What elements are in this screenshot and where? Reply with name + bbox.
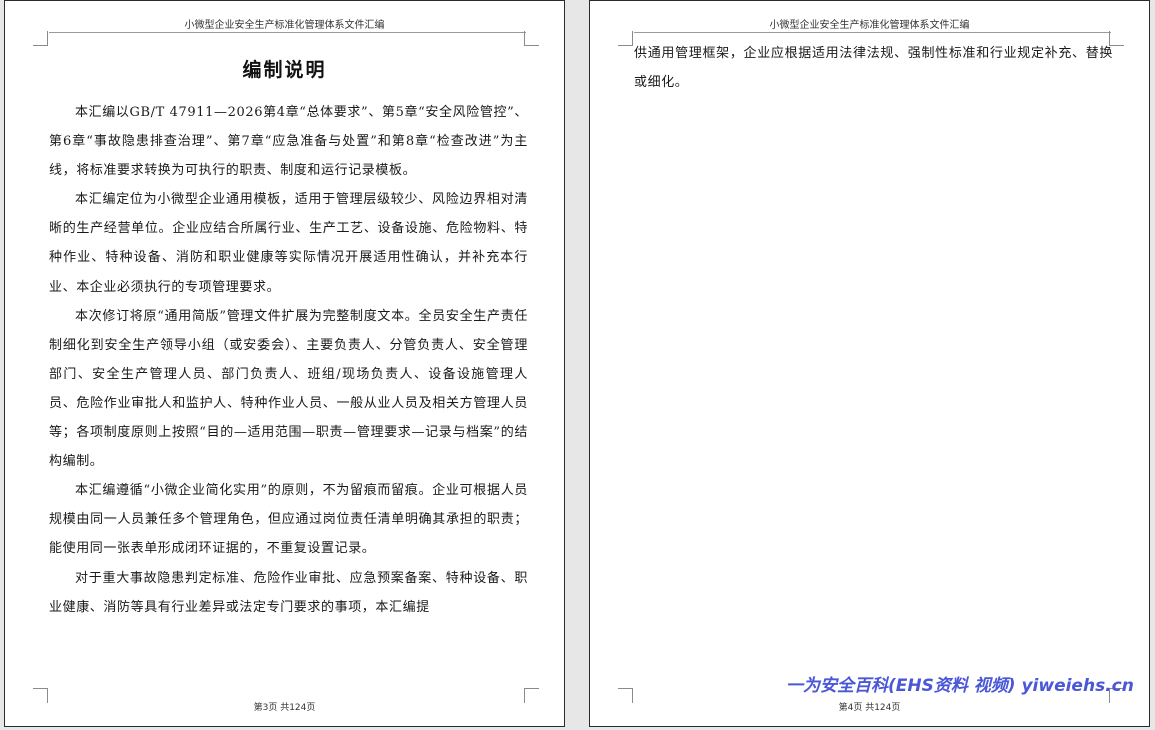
paragraph: 对于重大事故隐患判定标准、危险作业审批、应急预案备案、特种设备、职业健康、消防等… bbox=[49, 570, 528, 615]
page-footer: 第4页 共124页 bbox=[838, 703, 901, 713]
paragraph-continuation: 供通用管理框架，企业应根据适用法律法规、强制性标准和行业规定补充、替换或细化。 bbox=[634, 46, 1113, 91]
corner-mark-top-right bbox=[524, 31, 539, 46]
body-text: 本汇编以GB/T 47911—2026第4章“总体要求”、第5章“安全风险管控”… bbox=[49, 98, 528, 622]
corner-mark-top-left bbox=[33, 31, 48, 46]
paragraph: 本汇编定位为小微型企业通用模板，适用于管理层级较少、风险边界相对清晰的生产经营单… bbox=[49, 192, 528, 295]
paragraph: 本汇编遵循“小微企业简化实用”的原则，不为留痕而留痕。企业可根据人员规模由同一人… bbox=[49, 483, 528, 557]
page-header: 小微型企业安全生产标准化管理体系文件汇编 bbox=[769, 20, 970, 31]
document-title: 编制说明 bbox=[242, 59, 327, 81]
header-rule bbox=[49, 32, 526, 33]
watermark-link[interactable]: 一为安全百科(EHS资料 视频) yiweiehs.cn bbox=[786, 671, 1134, 696]
page-footer: 第3页 共124页 bbox=[253, 703, 316, 713]
document-page-left: 小微型企业安全生产标准化管理体系文件汇编 编制说明 本汇编以GB/T 47911… bbox=[4, 0, 565, 727]
page-header: 小微型企业安全生产标准化管理体系文件汇编 bbox=[184, 20, 385, 31]
header-rule bbox=[634, 32, 1111, 33]
corner-mark-top-left bbox=[618, 31, 633, 46]
document-page-right: 小微型企业安全生产标准化管理体系文件汇编 供通用管理框架，企业应根据适用法律法规… bbox=[589, 0, 1150, 727]
paragraph: 本汇编以GB/T 47911—2026第4章“总体要求”、第5章“安全风险管控”… bbox=[49, 105, 528, 179]
paragraph: 本次修订将原“通用简版”管理文件扩展为完整制度文本。全员安全生产责任制细化到安全… bbox=[49, 308, 528, 470]
body-text: 供通用管理框架，企业应根据适用法律法规、强制性标准和行业规定补充、替换或细化。 bbox=[634, 39, 1113, 97]
